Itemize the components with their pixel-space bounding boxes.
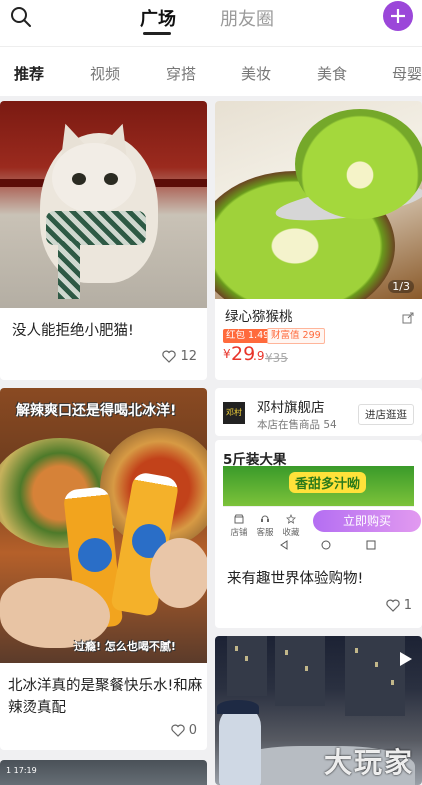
- category-bar: 推荐 视频 穿搭 美妆 美食 母婴: [0, 46, 422, 96]
- visit-shop-button[interactable]: 进店逛逛: [358, 404, 414, 425]
- heart-icon: [171, 724, 185, 737]
- original-price: ¥35: [265, 351, 288, 365]
- tab-active-indicator: [143, 32, 171, 35]
- product-banner: 香甜多汁呦: [223, 466, 414, 506]
- heart-icon: [162, 350, 177, 363]
- add-post-button[interactable]: [383, 1, 413, 31]
- nav-bar: [223, 536, 414, 554]
- red-packet-tag: 红包 1.49: [223, 329, 273, 343]
- image-counter: 1/3: [388, 280, 414, 293]
- star-icon[interactable]: 收藏: [279, 509, 303, 538]
- banner-title: 5斤装大果: [223, 452, 287, 468]
- image-caption-bottom: 过瘾! 怎么也喝不腻!: [74, 640, 176, 653]
- like-button[interactable]: 1: [386, 598, 412, 613]
- watermark-text: 大玩家: [323, 746, 414, 779]
- post-title: 北冰洋真的是聚餐快乐水!和麻辣烫真配: [8, 678, 203, 716]
- product-post-card[interactable]: 5斤装大果 香甜多汁呦 店铺 客服 收藏 立即购买 来有趣世界体验购物! 1: [215, 440, 422, 628]
- buy-now-button[interactable]: 立即购买: [313, 510, 421, 532]
- store-icon[interactable]: 店铺: [227, 509, 251, 538]
- play-icon[interactable]: [400, 652, 412, 666]
- heart-icon: [386, 599, 400, 612]
- shop-logo: 邓村: [223, 402, 245, 424]
- post-title: 没人能拒绝小肥猫!: [12, 323, 134, 339]
- like-button[interactable]: 12: [162, 349, 197, 364]
- shop-name: 邓村旗舰店: [257, 400, 325, 416]
- price-decimal: .9: [253, 349, 265, 363]
- image-timestamp: 1 17:19: [6, 766, 37, 775]
- home-icon: [321, 540, 331, 550]
- video-post-card[interactable]: 大玩家: [215, 636, 422, 785]
- like-count: 1: [403, 598, 412, 613]
- category-recommend[interactable]: 推荐: [14, 63, 44, 84]
- category-makeup[interactable]: 美妆: [241, 63, 271, 84]
- banner-slogan: 香甜多汁呦: [289, 472, 367, 493]
- like-count: 12: [180, 349, 197, 364]
- service-icon[interactable]: 客服: [253, 509, 277, 538]
- share-icon[interactable]: [402, 309, 414, 328]
- price-symbol: ¥: [223, 347, 231, 361]
- tab-plaza[interactable]: 广场: [140, 5, 176, 31]
- category-video[interactable]: 视频: [90, 63, 120, 84]
- shop-item-count: 本店在售商品 54: [257, 419, 337, 431]
- cat-photo: [0, 101, 207, 308]
- recents-icon: [366, 540, 376, 550]
- category-outfit[interactable]: 穿搭: [166, 63, 196, 84]
- drink-photo: 解辣爽口还是得喝北冰洋! 过瘾! 怎么也喝不腻!: [0, 388, 207, 663]
- category-food[interactable]: 美食: [317, 63, 347, 84]
- product-title: 绿心猕猴桃: [225, 309, 293, 325]
- product-action-bar: 店铺 客服 收藏 立即购买: [223, 506, 421, 538]
- drink-post-card[interactable]: 解辣爽口还是得喝北冰洋! 过瘾! 怎么也喝不腻! 北冰洋真的是聚餐快乐水!和麻辣…: [0, 388, 207, 750]
- category-baby[interactable]: 母婴: [392, 63, 422, 84]
- like-button[interactable]: 0: [171, 723, 197, 738]
- back-icon: [280, 540, 288, 550]
- image-caption-top: 解辣爽口还是得喝北冰洋!: [16, 403, 177, 419]
- search-icon[interactable]: [10, 6, 34, 30]
- like-count: 0: [188, 723, 197, 738]
- cat-post-card[interactable]: 没人能拒绝小肥猫! 12: [0, 101, 207, 380]
- next-post-card[interactable]: 1 17:19: [0, 760, 207, 785]
- top-header: 广场 朋友圈: [0, 0, 422, 46]
- tab-moments[interactable]: 朋友圈: [220, 5, 274, 31]
- shop-card[interactable]: 邓村 邓村旗舰店 本店在售商品 54 进店逛逛: [215, 388, 422, 436]
- wealth-tag: 财富值 299: [267, 328, 325, 344]
- kiwi-photo: 1/3: [215, 101, 422, 299]
- kiwi-post-card[interactable]: 1/3 绿心猕猴桃 红包 1.49 财富值 299 ¥ 29 .9 ¥35: [215, 101, 422, 380]
- post-title: 来有趣世界体验购物!: [227, 571, 364, 587]
- price-integer: 29: [231, 343, 256, 365]
- plus-icon: [391, 9, 405, 23]
